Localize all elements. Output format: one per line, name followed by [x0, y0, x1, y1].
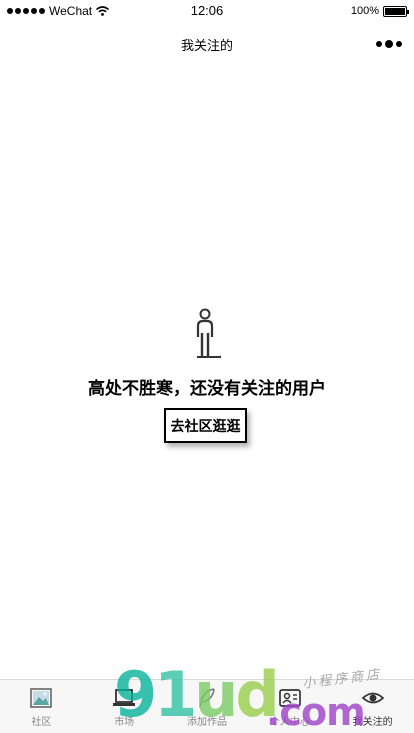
eye-icon — [361, 692, 384, 704]
empty-message: 高处不胜寒，还没有关注的用户 — [88, 379, 326, 398]
feather-icon — [199, 688, 215, 708]
more-menu-icon[interactable] — [376, 40, 402, 48]
tab-profile[interactable]: 个人中心 — [248, 680, 331, 733]
tab-following[interactable]: 我关注的 — [331, 680, 414, 733]
page-title: 我关注的 — [180, 38, 233, 53]
picture-icon — [30, 688, 53, 708]
tab-label: 个人中心 — [269, 717, 310, 728]
tab-label: 添加作品 — [186, 717, 227, 728]
tab-market[interactable]: 市场 — [83, 680, 166, 733]
laptop-icon — [113, 689, 136, 706]
visit-community-button[interactable]: 去社区逛逛 — [164, 408, 247, 443]
tab-bar: 社区 市场 添加作品 个人中心 我关注的 — [0, 679, 414, 733]
id-card-icon — [278, 689, 301, 707]
battery-percent: 100% — [350, 5, 379, 17]
battery-icon — [383, 5, 409, 17]
tab-label: 市场 — [114, 717, 135, 728]
status-bar: WeChat 12:06 100% — [0, 0, 414, 26]
tab-label: 社区 — [31, 717, 52, 728]
tab-add-work[interactable]: 添加作品 — [166, 680, 249, 733]
status-right: 100% — [350, 5, 409, 17]
tab-community[interactable]: 社区 — [0, 680, 83, 733]
person-icon — [196, 308, 222, 359]
tab-label: 我关注的 — [352, 717, 393, 728]
nav-bar: 我关注的 — [0, 26, 414, 62]
